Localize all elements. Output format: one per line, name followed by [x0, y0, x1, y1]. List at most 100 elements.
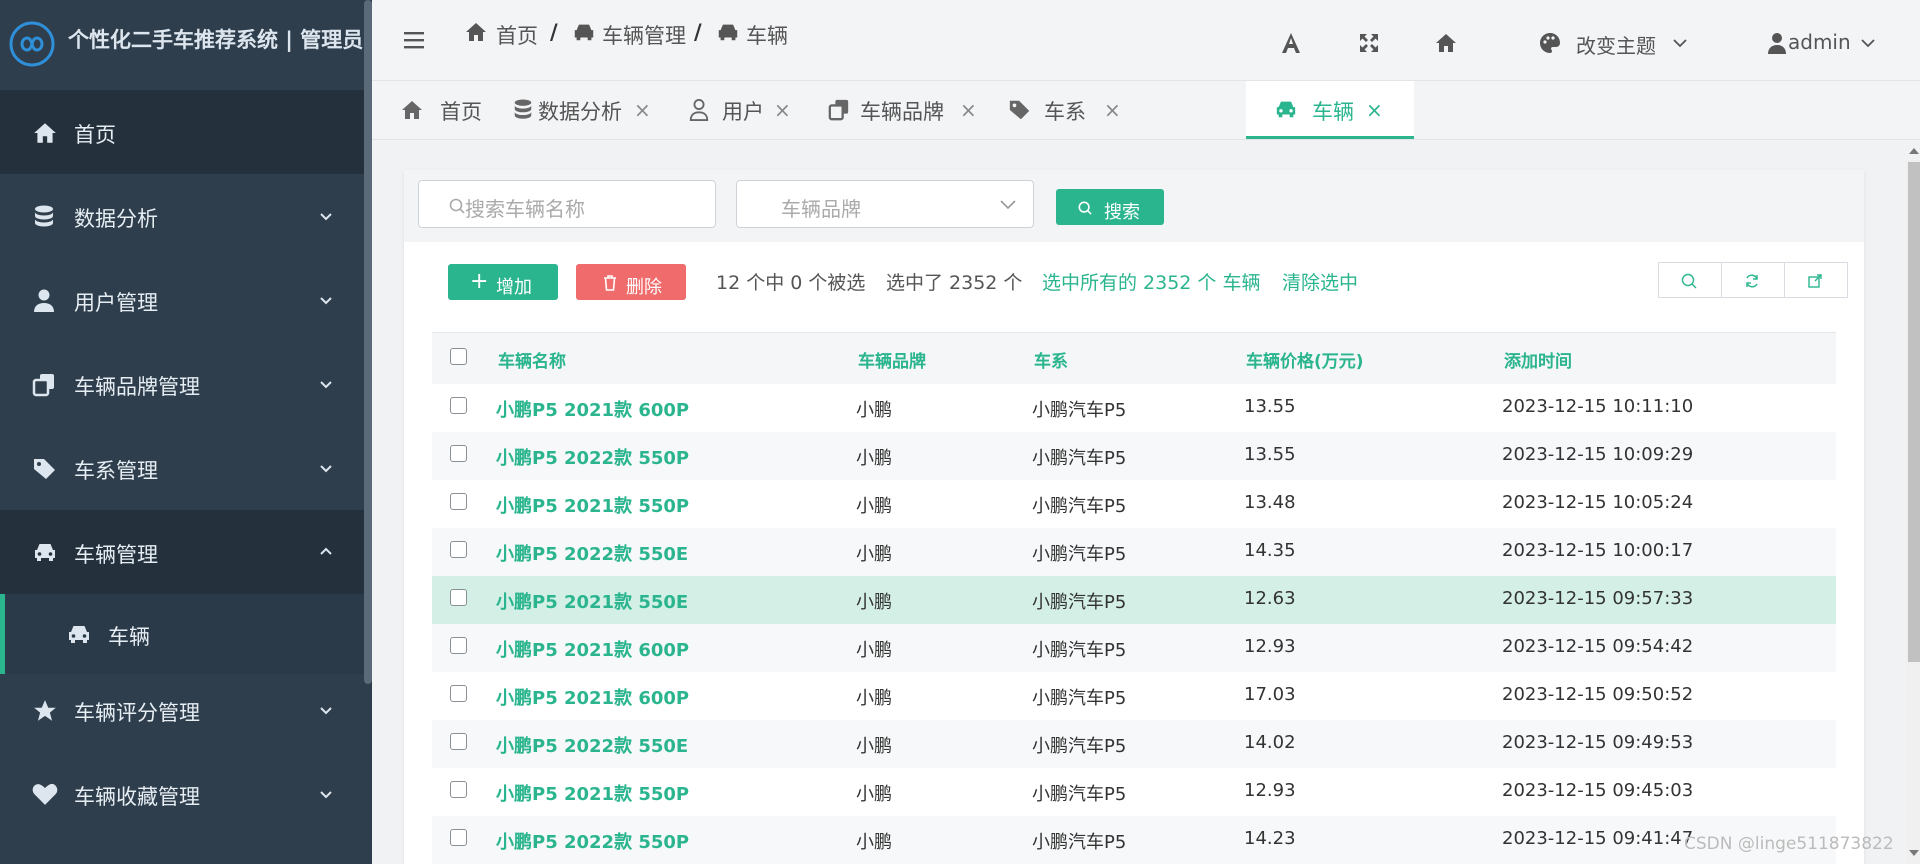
sidebar-item-favorite-management[interactable]: 车辆收藏管理 — [0, 752, 364, 836]
font-size-icon[interactable] — [1280, 32, 1306, 58]
close-icon[interactable]: × — [774, 98, 791, 122]
tab-home[interactable]: 首页 — [372, 81, 502, 138]
row-checkbox[interactable] — [450, 589, 467, 606]
column-header-name[interactable]: 车辆名称 — [498, 347, 566, 372]
palette-icon[interactable] — [1538, 31, 1564, 57]
chevron-down-icon — [999, 197, 1017, 211]
cell-vehicle-name[interactable]: 小鹏P5 2021款 600P — [496, 636, 689, 662]
tags-icon — [32, 456, 58, 482]
table-row[interactable]: 小鹏P5 2021款 550P 小鹏 小鹏汽车P5 12.93 2023-12-15 0… — [432, 768, 1836, 816]
tab-label: 用户 — [722, 100, 764, 124]
sidebar-item-rating-management[interactable]: 车辆评分管理 — [0, 668, 364, 752]
brand-select[interactable]: 车辆品牌 — [736, 180, 1034, 228]
tags-icon — [1008, 98, 1032, 122]
table-row[interactable]: 小鹏P5 2021款 600P 小鹏 小鹏汽车P5 13.55 2023-12-15 1… — [432, 384, 1836, 432]
tab-data-analysis[interactable]: 数据分析 × — [502, 81, 662, 138]
scroll-down-arrow-icon[interactable] — [1908, 848, 1920, 858]
breadcrumb-vehicle-management[interactable]: 车辆管理 — [602, 20, 686, 50]
fullscreen-icon[interactable] — [1358, 32, 1384, 58]
cell-brand: 小鹏 — [856, 448, 892, 469]
cell-series: 小鹏汽车P5 — [1032, 784, 1127, 805]
row-checkbox[interactable] — [450, 637, 467, 654]
search-icon — [1078, 201, 1092, 215]
row-checkbox[interactable] — [450, 445, 467, 462]
logo-icon — [8, 20, 56, 68]
home-icon — [464, 20, 488, 44]
menu-toggle-icon[interactable] — [404, 30, 426, 50]
cell-vehicle-name[interactable]: 小鹏P5 2021款 550P — [496, 492, 689, 518]
search-toolbar: 搜索车辆名称 车辆品牌 搜索 — [404, 170, 1864, 242]
clear-selection-link[interactable]: 清除选中 — [1282, 268, 1358, 295]
tab-vehicles[interactable]: 车辆 × — [1246, 81, 1414, 139]
column-header-price[interactable]: 车辆价格(万元) — [1246, 347, 1364, 372]
table-row[interactable]: 小鹏P5 2022款 550E 小鹏 小鹏汽车P5 14.35 2023-12-15 1… — [432, 528, 1836, 576]
copy-icon — [828, 98, 852, 122]
search-icon — [1681, 273, 1697, 289]
user-menu-label[interactable]: admin — [1788, 30, 1851, 54]
chevron-down-icon — [1860, 36, 1876, 50]
search-button[interactable]: 搜索 — [1056, 189, 1164, 225]
sidebar-item-home[interactable]: 首页 — [0, 90, 364, 174]
row-checkbox[interactable] — [450, 781, 467, 798]
close-icon[interactable]: × — [634, 98, 651, 122]
add-button[interactable]: + 增加 — [448, 264, 558, 300]
breadcrumb-vehicles: 车辆 — [746, 24, 788, 48]
row-checkbox[interactable] — [450, 685, 467, 702]
sidebar-item-data-analysis[interactable]: 数据分析 — [0, 174, 364, 258]
column-header-series[interactable]: 车系 — [1034, 347, 1068, 372]
cell-vehicle-name[interactable]: 小鹏P5 2022款 550E — [496, 540, 688, 566]
select-all-link[interactable]: 选中所有的 2352 个 车辆 — [1042, 268, 1260, 295]
tab-series[interactable]: 车系 × — [992, 81, 1152, 138]
close-icon[interactable]: × — [1366, 98, 1383, 122]
refresh-button[interactable] — [1721, 262, 1785, 298]
delete-button[interactable]: 删除 — [576, 264, 686, 300]
cell-vehicle-name[interactable]: 小鹏P5 2022款 550P — [496, 828, 689, 854]
sidebar-item-series-management[interactable]: 车系管理 — [0, 426, 364, 510]
theme-switch-label[interactable]: 改变主题 — [1576, 30, 1656, 59]
table-row[interactable]: 小鹏P5 2021款 550P 小鹏 小鹏汽车P5 13.48 2023-12-15 1… — [432, 480, 1836, 528]
cell-series: 小鹏汽车P5 — [1032, 592, 1127, 613]
user-icon — [32, 288, 58, 314]
cell-vehicle-name[interactable]: 小鹏P5 2021款 600P — [496, 396, 689, 422]
tab-users[interactable]: 用户 × — [662, 81, 822, 138]
sidebar-item-brand-management[interactable]: 车辆品牌管理 — [0, 342, 364, 426]
star-icon — [32, 698, 58, 724]
sidebar-scrollbar[interactable] — [364, 0, 372, 684]
page-scrollbar-thumb[interactable] — [1908, 162, 1920, 662]
close-icon[interactable]: × — [960, 98, 977, 122]
sidebar-item-vehicle-management[interactable]: 车辆管理 — [0, 510, 364, 594]
table-row[interactable]: 小鹏P5 2022款 550P 小鹏 小鹏汽车P5 13.55 2023-12-15 1… — [432, 432, 1836, 480]
row-checkbox[interactable] — [450, 541, 467, 558]
close-icon[interactable]: × — [1104, 98, 1121, 122]
column-header-time[interactable]: 添加时间 — [1504, 347, 1572, 372]
cell-series: 小鹏汽车P5 — [1032, 496, 1127, 517]
row-checkbox[interactable] — [450, 397, 467, 414]
select-all-checkbox[interactable] — [450, 348, 467, 365]
table-row[interactable]: 小鹏P5 2021款 600P 小鹏 小鹏汽车P5 17.03 2023-12-15 0… — [432, 672, 1836, 720]
column-header-brand[interactable]: 车辆品牌 — [858, 347, 926, 372]
sidebar-subitem-vehicles[interactable]: 车辆 — [0, 594, 364, 674]
cell-vehicle-name[interactable]: 小鹏P5 2021款 600P — [496, 684, 689, 710]
row-checkbox[interactable] — [450, 733, 467, 750]
cell-vehicle-name[interactable]: 小鹏P5 2021款 550E — [496, 588, 688, 614]
tab-brands[interactable]: 车辆品牌 × — [822, 81, 992, 138]
cell-price: 13.55 — [1244, 396, 1296, 417]
cell-vehicle-name[interactable]: 小鹏P5 2022款 550P — [496, 444, 689, 470]
sidebar-item-user-management[interactable]: 用户管理 — [0, 258, 364, 342]
user-icon — [688, 98, 712, 122]
breadcrumb-home[interactable]: 首页 — [496, 20, 538, 50]
table-row[interactable]: 小鹏P5 2021款 600P 小鹏 小鹏汽车P5 12.93 2023-12-15 0… — [432, 624, 1836, 672]
table-row[interactable]: 小鹏P5 2022款 550E 小鹏 小鹏汽车P5 14.02 2023-12-15 0… — [432, 720, 1836, 768]
export-button[interactable] — [1784, 262, 1848, 298]
table-search-toggle-button[interactable] — [1658, 262, 1722, 298]
cell-vehicle-name[interactable]: 小鹏P5 2022款 550E — [496, 732, 688, 758]
search-name-input[interactable]: 搜索车辆名称 — [418, 180, 716, 228]
table-header: 车辆名称 车辆品牌 车系 车辆价格(万元) 添加时间 — [432, 332, 1836, 386]
row-checkbox[interactable] — [450, 829, 467, 846]
home-icon[interactable] — [1434, 31, 1460, 57]
table-row[interactable]: 小鹏P5 2021款 550E 小鹏 小鹏汽车P5 12.63 2023-12-15 0… — [432, 576, 1836, 624]
row-checkbox[interactable] — [450, 493, 467, 510]
cell-vehicle-name[interactable]: 小鹏P5 2021款 550P — [496, 780, 689, 806]
scroll-up-arrow-icon[interactable] — [1908, 146, 1920, 156]
table-row[interactable]: 小鹏P5 2022款 550P 小鹏 小鹏汽车P5 14.23 2023-12-15 0… — [432, 816, 1836, 864]
